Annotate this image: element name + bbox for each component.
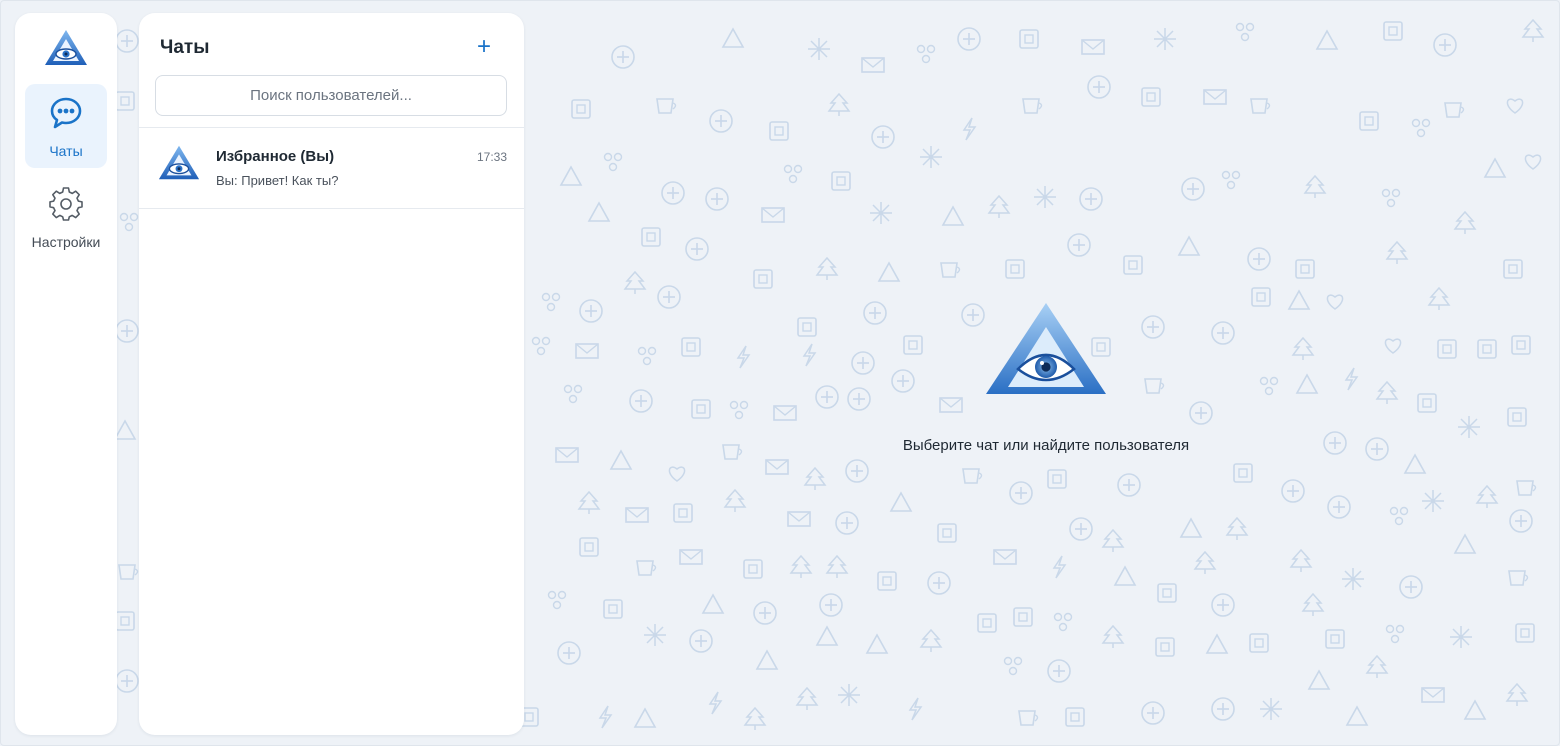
sidebar-rail: Чаты Настройки (15, 13, 117, 735)
chat-last-message: Вы: Привет! Как ты? (216, 173, 339, 188)
gear-icon (49, 187, 83, 221)
chat-name: Избранное (Вы) (216, 148, 335, 165)
search-users-input[interactable] (155, 75, 507, 116)
eye-triangle-logo-icon[interactable] (43, 28, 89, 68)
chat-timestamp: 17:33 (476, 150, 507, 164)
sidebar-item-settings[interactable]: Настройки (25, 175, 107, 259)
chats-panel: Чаты + Избранное (Вы) 17:33 Вы: Привет! … (139, 13, 524, 735)
divider (139, 208, 524, 209)
app-window: Чаты Настройки Чаты + Поиск пользователе… (0, 0, 1560, 746)
sidebar-item-label: Чаты (49, 143, 83, 159)
chat-bubble-icon (50, 97, 82, 129)
sidebar-item-label: Настройки (31, 234, 101, 250)
eye-triangle-logo-icon (158, 145, 200, 180)
sidebar-item-chats[interactable]: Чаты (25, 84, 107, 168)
chats-panel-title: Чаты (160, 37, 210, 58)
eye-triangle-logo-icon (986, 303, 1106, 394)
new-chat-button[interactable]: + (473, 33, 495, 61)
empty-state-message: Выберите чат или найдите пользователя (902, 437, 1190, 454)
chat-list-item[interactable]: Избранное (Вы) 17:33 Вы: Привет! Как ты? (139, 128, 524, 208)
